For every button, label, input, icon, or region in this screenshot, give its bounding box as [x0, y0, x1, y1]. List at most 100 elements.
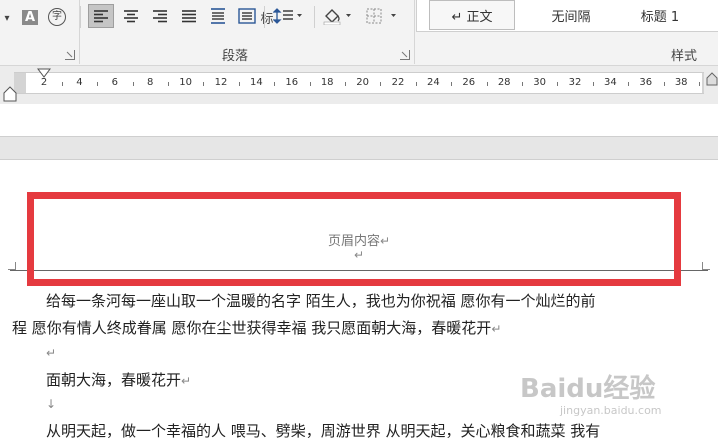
ruler-number: 4: [76, 77, 83, 88]
style-heading-1-label: 标题 1: [640, 9, 680, 25]
ruler-tick: [663, 82, 665, 86]
align-left-icon: [94, 10, 108, 23]
style-normal-label: ↵ 正文: [451, 9, 493, 25]
ruler-tick: [274, 82, 276, 86]
clear-format-button[interactable]: A: [20, 5, 40, 29]
ruler-tick: [132, 82, 134, 86]
body-line-text: 程 愿你有情人终成眷属 愿你在尘世获得幸福 我只愿面朝大海，春暖花开: [12, 319, 492, 337]
phonetic-guide-button[interactable]: 字: [46, 5, 68, 29]
ruler-number: 20: [356, 77, 369, 88]
ruler-number: 36: [639, 77, 653, 88]
watermark-url: jingyan.baidu.com: [560, 404, 662, 417]
text-effects-dropdown[interactable]: ▾: [0, 6, 14, 30]
ruler-tick: [344, 82, 346, 86]
justify-button[interactable]: [176, 4, 202, 28]
separator: [80, 6, 81, 28]
group-divider: [79, 0, 80, 64]
ruler-tick: [451, 82, 453, 86]
chinese-layout-icon: [238, 8, 256, 24]
body-line: 程 愿你有情人终成眷属 愿你在尘世获得幸福 我只愿面朝大海，春暖花开↵: [12, 317, 501, 338]
ruler-tick: [167, 82, 169, 86]
align-center-button[interactable]: [118, 4, 144, 28]
paragraph-group-launcher[interactable]: [400, 50, 410, 60]
line-spacing-button[interactable]: [270, 4, 306, 28]
ribbon: ▾ A 字 标 段落 ↵ 正文 无间隔 标题 1 样式: [0, 0, 718, 66]
align-right-button[interactable]: [147, 4, 173, 28]
body-line-text: 给每一条河每一座山取一个温暖的名字 陌生人，我也为你祝福 愿你有一个灿烂的前: [46, 292, 596, 310]
paragraph-mark: ↵: [491, 322, 502, 336]
ruler-tick: [557, 82, 559, 86]
ruler-number: 24: [427, 77, 440, 88]
align-center-icon: [124, 10, 138, 23]
ruler-tick: [698, 82, 700, 86]
ruler-number: 8: [147, 77, 154, 88]
ruler-number: 28: [497, 77, 511, 88]
body-line: 面朝大海，春暖花开↵: [46, 369, 191, 390]
style-heading-1[interactable]: 标题 1: [615, 0, 705, 30]
body-line: ↓: [46, 394, 56, 412]
style-no-spacing[interactable]: 无间隔: [531, 0, 611, 30]
header-highlight-box: [27, 192, 681, 286]
chinese-layout-button[interactable]: [234, 4, 260, 28]
paragraph-mark: ↵: [181, 374, 192, 388]
ruler-number: 18: [320, 77, 334, 88]
page-gap: [0, 136, 718, 160]
paragraph-group-label: 段落: [222, 49, 249, 64]
margin-corner-right: [702, 262, 710, 270]
ruler-number: 26: [462, 77, 476, 88]
left-indent-marker[interactable]: [3, 86, 17, 102]
body-line: 从明天起，做一个幸福的人 喂马、劈柴，周游世界 从明天起，关心粮食和蔬菜 我有: [46, 420, 600, 439]
style-normal[interactable]: ↵ 正文: [429, 0, 515, 30]
ruler-number: 22: [391, 77, 405, 88]
right-indent-marker[interactable]: [706, 72, 718, 86]
justify-icon: [182, 10, 196, 23]
ruler-number: 30: [533, 77, 546, 88]
distributed-icon: [211, 8, 225, 24]
body-line: 给每一条河每一座山取一个温暖的名字 陌生人，我也为你祝福 愿你有一个灿烂的前: [46, 290, 596, 311]
ruler-tick: [61, 82, 63, 86]
separator: [314, 6, 315, 28]
body-line: ↵: [46, 343, 56, 361]
font-group-launcher[interactable]: [65, 50, 75, 60]
styles-gallery: ↵ 正文 无间隔 标题 1: [416, 0, 718, 32]
phonetic-guide-icon: 字: [48, 8, 66, 26]
ruler-number: 12: [214, 77, 228, 88]
borders-button[interactable]: [362, 4, 402, 28]
line-break-mark: ↓: [46, 397, 57, 411]
ruler-right-margin: [702, 73, 704, 93]
style-no-spacing-label: 无间隔: [551, 9, 591, 25]
borders-icon: [366, 8, 396, 24]
shading-icon: [323, 9, 351, 25]
margin-corner-left: [8, 262, 16, 270]
first-line-indent-marker[interactable]: [37, 68, 51, 80]
ruler-number: 14: [250, 77, 263, 88]
body-line-text: 从明天起，做一个幸福的人 喂马、劈柴，周游世界 从明天起，关心粮食和蔬菜 我有: [46, 422, 601, 439]
ruler-number: 32: [568, 77, 582, 88]
horizontal-ruler[interactable]: 2 4 6 8 10 12 14 16 18 20 22 24 26 28 30 32 34 36 38: [14, 72, 704, 94]
separator: [264, 6, 265, 28]
shading-button[interactable]: [320, 4, 356, 28]
baidu-watermark: Baidu经验: [520, 368, 655, 405]
ruler-tick: [380, 82, 382, 86]
ruler-tick: [486, 82, 488, 86]
watermark-brand: Baidu经验: [520, 374, 656, 404]
ruler-tick: [415, 82, 417, 86]
ruler-tick: [203, 82, 205, 86]
ruler-tick: [309, 82, 311, 86]
styles-group-label: 样式: [671, 49, 698, 64]
ruler-number: 38: [674, 77, 688, 88]
align-left-button[interactable]: [88, 4, 114, 28]
ruler-tick: [97, 82, 99, 86]
line-spacing-icon: [273, 8, 302, 24]
group-divider: [414, 0, 415, 64]
ruler-tick: [521, 82, 523, 86]
ruler-number: 10: [179, 77, 192, 88]
align-right-icon: [153, 10, 167, 23]
ruler-tick: [238, 82, 240, 86]
body-line-text: 面朝大海，春暖花开: [46, 371, 182, 389]
ruler-number: 34: [604, 77, 617, 88]
ruler-number: 16: [285, 77, 299, 88]
distributed-button[interactable]: [205, 4, 231, 28]
paragraph-mark: ↵: [46, 346, 57, 360]
ruler-number: 6: [111, 77, 118, 88]
